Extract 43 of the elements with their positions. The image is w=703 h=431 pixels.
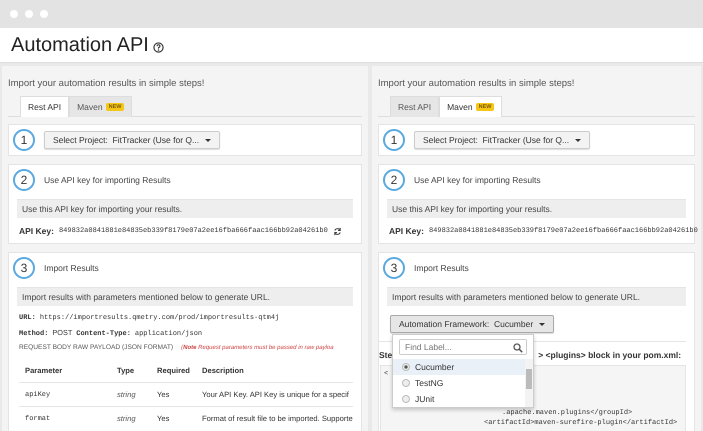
help-icon[interactable] [152,42,164,53]
window-dot-icon [10,10,18,18]
tab[interactable]: Rest API [20,96,70,117]
caret-icon [575,138,582,142]
info-bar: Use this API key for importing your results. [387,199,686,218]
caret-icon [205,138,212,142]
api-key-label: API Key: [19,226,54,236]
info-bar: Import results with parameters mentioned below to generate URL. [17,287,353,306]
intro-text: Import your automation results in simple steps! [378,78,576,89]
step-title: Use API key for importing Results [414,175,541,185]
project-select[interactable]: Select Project: FitTracker (Use for Q... [44,131,220,149]
pom-heading: Ste [379,350,392,360]
window-dot-icon [25,10,33,18]
step-number: 2 [383,169,405,191]
step-number: 2 [13,169,35,191]
api-key-label: API Key: [389,226,424,236]
step-number: 1 [383,129,405,151]
step-number: 1 [13,129,35,151]
radio-button[interactable] [402,395,410,403]
window-dot-icon [40,10,48,18]
scrollbar[interactable] [525,359,533,407]
info-bar: Use this API key for importing your results. [17,199,353,218]
pom-heading: > <plugins> block in your pom.xml: [538,350,682,360]
refresh-icon[interactable] [332,226,342,236]
framework-option[interactable]: JUnit [393,391,525,407]
info-bar: Import results with parameters mentioned below to generate URL. [387,287,686,306]
project-select[interactable]: Select Project: FitTracker (Use for Q... [414,131,590,149]
radio-button[interactable] [402,363,410,371]
search-icon [513,343,523,353]
step-title: Import Results [414,263,469,273]
intro-text: Import your automation results in simple steps! [8,78,206,89]
step-title: Use API key for importing Results [44,175,171,185]
tab[interactable]: Rest API [390,96,440,117]
framework-option[interactable]: TestNG [393,375,525,391]
step-number: 3 [383,257,405,279]
search-field[interactable]: Find Label... [399,339,527,355]
step-number: 3 [13,257,35,279]
framework-option[interactable]: Cucumber [393,359,525,375]
framework-select[interactable]: Automation Framework: Cucumber [390,315,554,333]
radio-button[interactable] [402,379,410,387]
page-title: Automation API [11,34,149,56]
caret-icon [539,322,546,326]
step-title: Import Results [44,263,99,273]
